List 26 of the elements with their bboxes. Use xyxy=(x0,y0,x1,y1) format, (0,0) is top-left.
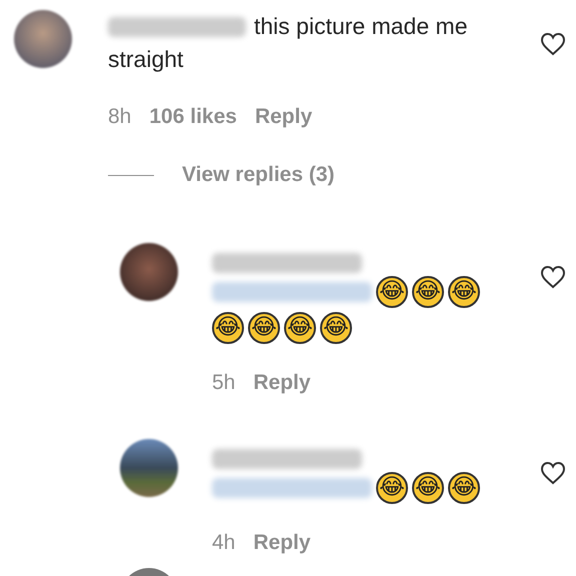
likes-count[interactable]: 106 likes xyxy=(149,100,237,133)
heart-icon[interactable] xyxy=(540,461,566,485)
laughing-emoji: 😂 xyxy=(448,276,480,308)
avatar[interactable] xyxy=(120,243,178,301)
reply-time: 4h xyxy=(212,530,236,556)
heart-icon[interactable] xyxy=(540,265,566,289)
laughing-emoji: 😂 xyxy=(412,276,444,308)
laughing-emoji: 😂 xyxy=(448,472,480,504)
laughing-emoji: 😂 xyxy=(248,312,280,344)
laughing-emoji: 😂 xyxy=(412,472,444,504)
laughing-emoji: 😂 xyxy=(212,312,244,344)
reply-link[interactable]: Reply xyxy=(253,526,311,559)
reply-link[interactable]: Reply xyxy=(253,366,311,399)
reply-link[interactable]: Reply xyxy=(254,100,312,133)
heart-icon[interactable] xyxy=(540,32,566,56)
view-replies-link[interactable]: View replies (3) xyxy=(182,163,335,187)
avatar[interactable] xyxy=(120,439,178,497)
comment-time: 8h xyxy=(108,104,132,130)
laughing-emoji: 😂 xyxy=(284,312,316,344)
laughing-emoji: 😂 xyxy=(376,276,408,308)
comment-message: this picture made me xyxy=(254,12,468,41)
reply-time: 5h xyxy=(212,370,236,396)
laughing-emoji: 😂 xyxy=(376,472,408,504)
laughing-emoji: 😂 xyxy=(320,312,352,344)
comment-message: straight xyxy=(108,45,184,74)
avatar[interactable] xyxy=(14,10,72,68)
